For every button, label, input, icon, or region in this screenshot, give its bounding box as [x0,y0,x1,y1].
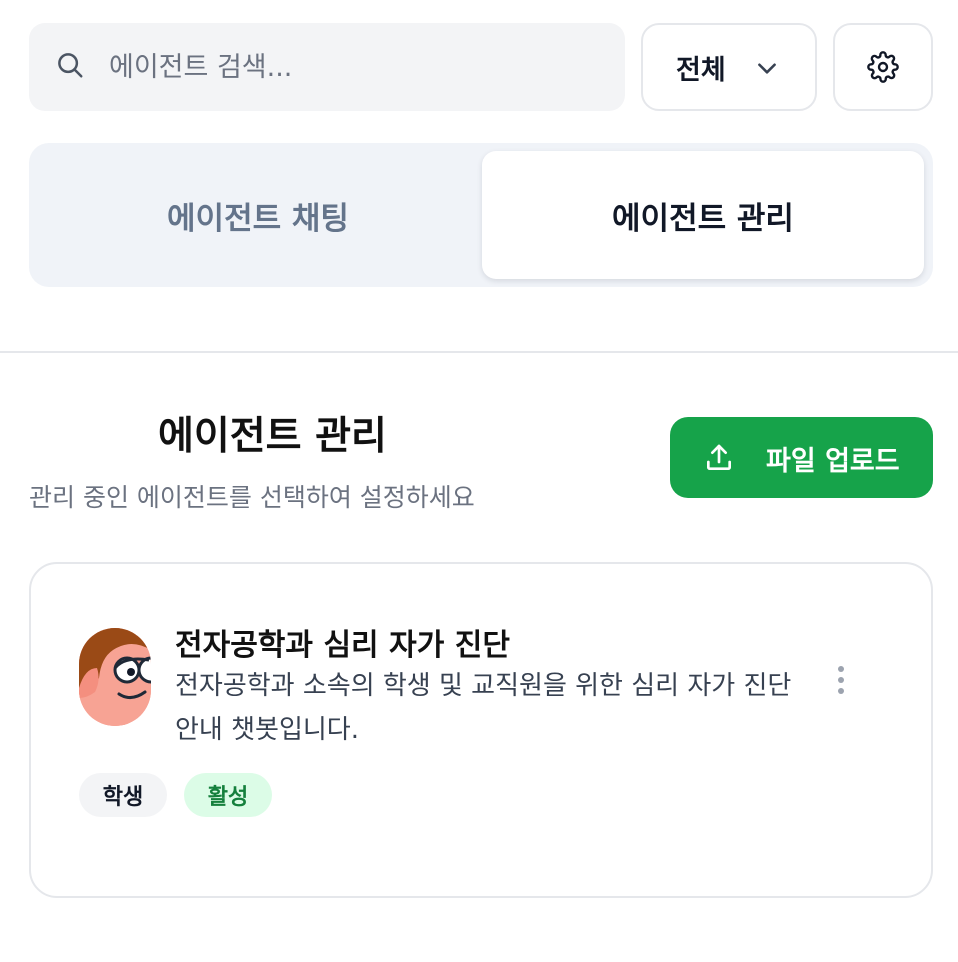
tab-bar: 에이전트 채팅 에이전트 관리 [29,143,933,287]
upload-file-label: 파일 업로드 [766,446,900,477]
avatar [79,628,151,726]
settings-button[interactable] [833,23,933,111]
agent-description: 전자공학과 소속의 학생 및 교직원을 위한 심리 자가 진단 안내 챗봇입니다… [175,671,792,745]
tab-agent-management[interactable]: 에이전트 관리 [482,151,924,279]
more-vertical-icon[interactable] [827,660,855,700]
tab-agent-chat[interactable]: 에이전트 채팅 [37,151,479,279]
search-icon [55,50,85,84]
agent-name: 전자공학과 심리 자가 진단 [175,628,510,663]
chevron-down-icon [758,63,776,74]
search-bar[interactable] [29,23,625,111]
upload-file-button[interactable]: 파일 업로드 [670,417,933,498]
agent-card[interactable]: 전자공학과 심리 자가 진단 전자공학과 소속의 학생 및 교직원을 위한 심리… [29,562,933,898]
filter-selected-label: 전체 [676,54,726,86]
role-badge: 학생 [79,773,167,817]
upload-icon [707,444,731,470]
search-input[interactable] [109,51,569,83]
status-badge: 활성 [184,773,272,817]
page-title: 에이전트 관리 [158,414,387,459]
divider [0,351,958,353]
page-subtitle: 관리 중인 에이전트를 선택하여 설정하세요 [29,483,475,512]
gear-icon [867,51,899,83]
filter-dropdown[interactable]: 전체 [641,23,817,111]
